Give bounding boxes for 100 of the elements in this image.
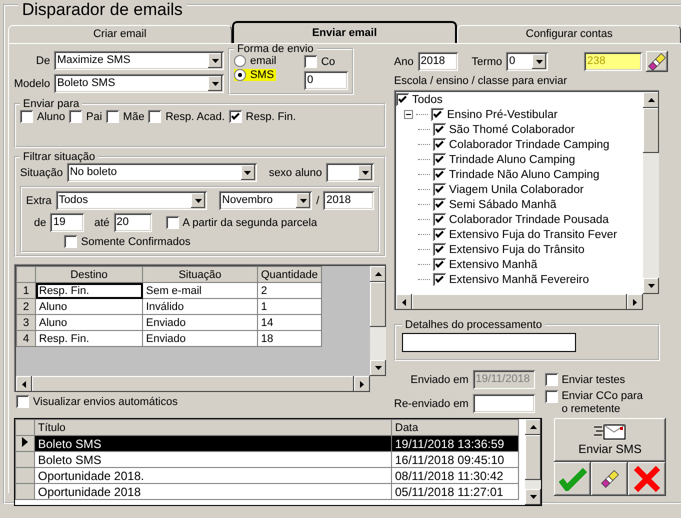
scroll-thumb[interactable]: [525, 435, 541, 480]
checkbox[interactable]: [106, 110, 120, 123]
checkbox-label: Resp. Acad.: [165, 110, 225, 122]
scroll-thumb[interactable]: [643, 108, 659, 153]
confirm-button[interactable]: [554, 462, 591, 496]
cancel-button[interactable]: [628, 462, 666, 496]
table-cell: Oportunidade 2018: [34, 484, 392, 500]
checkbox[interactable]: [64, 235, 77, 248]
checkbox[interactable]: [433, 168, 446, 181]
checkbox[interactable]: [148, 110, 162, 123]
year-field[interactable]: 2018: [418, 52, 458, 71]
checkbox[interactable]: [433, 198, 446, 211]
scroll-down-icon: [530, 495, 536, 499]
radio-option[interactable]: email: [234, 55, 276, 67]
clear-button[interactable]: [591, 462, 628, 496]
collapse-icon[interactable]: [404, 110, 413, 119]
column-header[interactable]: Título: [34, 420, 392, 436]
column-header[interactable]: Situação: [142, 266, 258, 282]
to-day-field[interactable]: 20: [114, 213, 152, 232]
table-cell: 08/11/2018 11:30:42: [392, 468, 518, 484]
eraser-icon: [600, 469, 620, 489]
status-dropdown[interactable]: No boleto: [66, 163, 257, 182]
column-header[interactable]: Data: [392, 420, 518, 436]
envelope-icon: [594, 424, 626, 440]
checkbox[interactable]: [433, 153, 446, 166]
checkbox[interactable]: [166, 216, 179, 229]
table-cell: 1: [258, 298, 322, 314]
checkbox-label: Aluno: [37, 110, 66, 122]
row-indicator: [16, 484, 34, 500]
separator-label: /: [316, 194, 320, 206]
from-day-field[interactable]: 19: [50, 213, 84, 232]
checkbox[interactable]: [16, 395, 29, 408]
details-field[interactable]: [402, 333, 576, 352]
column-header[interactable]: Quantidade: [258, 266, 322, 282]
checkbox-label: Somente Confirmados: [81, 236, 190, 248]
radio-option[interactable]: SMS: [234, 69, 276, 81]
extra-dropdown[interactable]: Todos: [56, 191, 208, 210]
template-dropdown[interactable]: Boleto SMS: [54, 74, 224, 93]
table-cell: 05/11/2018 11:27:01: [392, 484, 518, 500]
scroll-up-icon: [530, 425, 536, 429]
tree-item: Colaborador Trindade Camping: [449, 138, 610, 150]
window-title: Disparador de emails: [18, 0, 187, 20]
checkbox[interactable]: [69, 110, 82, 123]
scrollbar[interactable]: [525, 419, 541, 505]
checkbox[interactable]: [433, 213, 446, 226]
resent-date-field[interactable]: [472, 394, 535, 413]
scrollbar[interactable]: [396, 294, 659, 310]
scrollbar[interactable]: [370, 266, 386, 376]
field-label: De: [36, 54, 50, 66]
gender-dropdown[interactable]: [326, 163, 374, 182]
checkbox-label: Enviar testes: [562, 374, 626, 386]
checkbox-label: A partir da segunda parcela: [182, 216, 318, 228]
field-label: Re-enviado em: [394, 398, 469, 410]
checkbox[interactable]: [228, 110, 242, 123]
row-number: 3: [16, 314, 36, 330]
checkbox[interactable]: [433, 138, 446, 151]
row-number: 4: [16, 330, 36, 346]
field-label: Situação: [20, 166, 63, 178]
table-cell: 19/11/2018 13:36:59: [392, 436, 518, 452]
group-title: Detalhes do processamento: [404, 319, 543, 331]
scroll-right-icon: [360, 380, 364, 388]
year-field[interactable]: 2018: [323, 191, 374, 210]
group-title: Forma de envio: [236, 43, 315, 55]
radio-button[interactable]: [234, 55, 246, 67]
send-button[interactable]: Enviar SMS: [554, 418, 666, 462]
tab[interactable]: Criar email: [8, 25, 232, 43]
group-title: Enviar para: [22, 98, 80, 110]
checkbox[interactable]: [433, 123, 446, 136]
checkbox[interactable]: [544, 373, 558, 386]
row-number: 1: [16, 282, 36, 298]
table-cell: 18: [258, 330, 322, 346]
tree-item: Trindade Não Aluno Camping: [449, 168, 600, 180]
table-cell: Inválido: [142, 298, 258, 314]
checkbox[interactable]: [431, 108, 444, 121]
checkbox[interactable]: [20, 110, 33, 123]
term-dropdown[interactable]: 0: [506, 52, 548, 71]
tab[interactable]: Configurar contas: [457, 25, 681, 43]
checkbox-label: Enviar CCo para o remetente: [562, 390, 644, 416]
tab[interactable]: Enviar email: [232, 21, 458, 43]
count-field[interactable]: 0: [304, 71, 348, 90]
clear-button[interactable]: [646, 51, 668, 72]
tree-item: Extensivo Fuja do Transito Fever: [449, 228, 618, 240]
checkbox[interactable]: [433, 228, 446, 241]
checkbox[interactable]: [433, 183, 446, 196]
scroll-left-icon: [22, 380, 26, 388]
scroll-thumb[interactable]: [370, 282, 386, 327]
checkbox[interactable]: [544, 390, 558, 403]
radio-button[interactable]: [234, 69, 246, 81]
scrollbar[interactable]: [643, 92, 659, 294]
scroll-thumb[interactable]: [412, 294, 627, 310]
checkbox[interactable]: [304, 55, 318, 68]
month-dropdown[interactable]: Novembro: [219, 191, 312, 210]
table-cell: Oportunidade 2018.: [34, 468, 392, 484]
checkbox[interactable]: [433, 243, 446, 256]
table-cell: Aluno: [36, 298, 142, 314]
sender-dropdown[interactable]: Maximize SMS: [54, 51, 224, 70]
checkbox[interactable]: [433, 258, 446, 271]
scroll-up-icon: [374, 272, 382, 276]
table-cell: Enviado: [142, 314, 258, 330]
column-header[interactable]: Destino: [36, 266, 142, 282]
